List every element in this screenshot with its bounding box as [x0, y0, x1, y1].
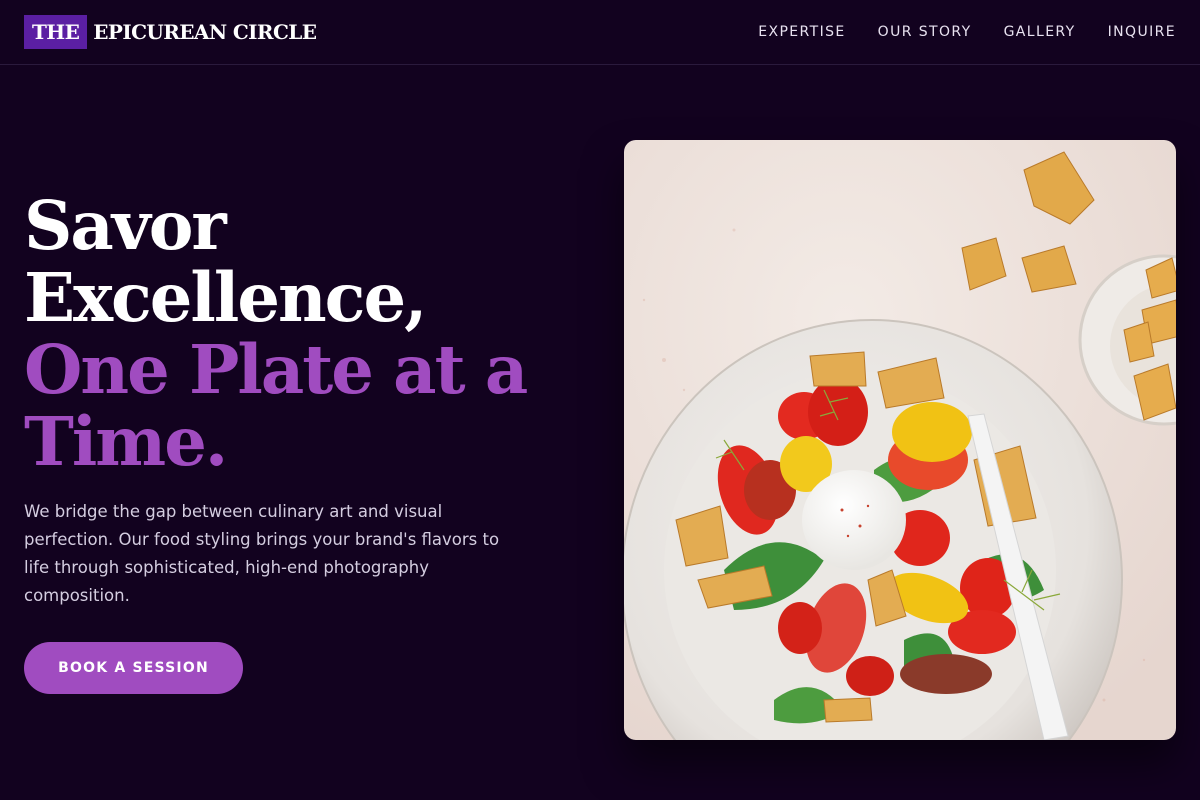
- hero-headline-accent-line-2: Time.: [24, 402, 228, 481]
- hero-headline-line-2: Excellence,: [24, 258, 427, 337]
- hero-headline-accent-line-1: One Plate at a: [24, 330, 528, 409]
- main-nav: EXPERTISE OUR STORY GALLERY INQUIRE: [726, 24, 1176, 40]
- logo-mark: THE: [24, 15, 88, 49]
- nav-link-inquire[interactable]: INQUIRE: [1108, 24, 1176, 40]
- nav-link-expertise[interactable]: EXPERTISE: [758, 24, 845, 40]
- logo-name: EPICUREAN CIRCLE: [93, 20, 317, 44]
- salad-plate-illustration: [624, 140, 1176, 740]
- book-session-button[interactable]: BOOK A SESSION: [24, 642, 243, 694]
- hero-description: We bridge the gap between culinary art a…: [24, 502, 500, 605]
- hero-headline-line-1: Savor: [24, 186, 227, 265]
- hero-headline: Savor Excellence, One Plate at a Time.: [24, 190, 584, 478]
- nav-link-gallery[interactable]: GALLERY: [1004, 24, 1076, 40]
- nav-link-our-story[interactable]: OUR STORY: [878, 24, 972, 40]
- hero-food-photo: [624, 140, 1176, 740]
- site-header: THE EPICUREAN CIRCLE EXPERTISE OUR STORY…: [0, 0, 1200, 65]
- brand-logo[interactable]: THE EPICUREAN CIRCLE: [24, 15, 317, 49]
